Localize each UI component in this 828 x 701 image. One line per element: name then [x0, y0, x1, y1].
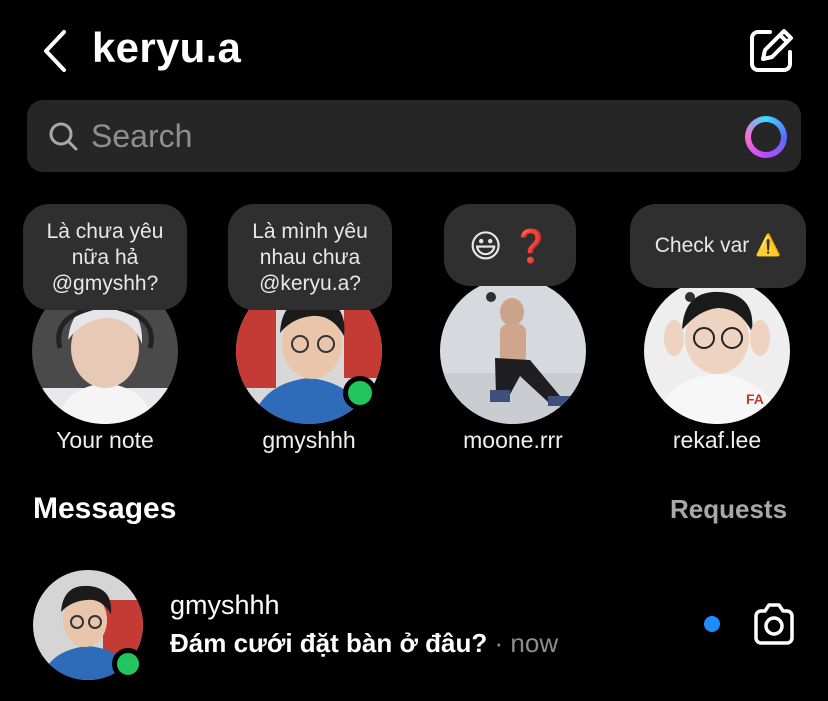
note-name: gmyshhh [262, 427, 356, 453]
online-status-dot [343, 376, 377, 410]
note-item-rekaf[interactable]: FA Check var ⚠️ rekaf.lee [627, 200, 807, 460]
note-text-line: Là mình yêu [252, 220, 368, 243]
note-text-line: @keryu.a? [259, 272, 361, 295]
unread-dot [704, 616, 720, 632]
note-bubble[interactable]: Check var ⚠️ [630, 204, 806, 288]
note-text-line: Là chưa yêu [46, 220, 164, 243]
note-name: rekaf.lee [672, 427, 762, 453]
avatar: FA [644, 278, 790, 424]
note-text-line: nhau chưa [259, 246, 361, 269]
header: keryu.a [0, 0, 828, 100]
online-status-dot [112, 648, 144, 680]
note-bubble-tail [685, 292, 695, 302]
note-text-line: nữa hả [71, 246, 139, 269]
note-bubble[interactable]: 😃 ❓ [444, 204, 576, 286]
note-bubble[interactable]: Là chưa yêu nữa hả @gmyshh? [23, 204, 187, 310]
note-item-gmyshhh[interactable]: Là mình yêu nhau chưa @keryu.a? gmyshhh [219, 200, 399, 460]
back-arrow-icon[interactable] [36, 26, 76, 76]
thread-row[interactable]: gmyshhh Đám cưới đặt bàn ở đâu? · now [0, 560, 828, 701]
thread-time: · now [494, 628, 559, 658]
search-bar[interactable] [27, 100, 801, 172]
notes-row: Là chưa yêu nữa hả @gmyshh? Your note Là… [0, 200, 828, 470]
avatar [440, 278, 586, 424]
svg-text:FA: FA [746, 391, 764, 407]
thread-message-text: Đám cưới đặt bàn ở đâu? [170, 628, 488, 658]
thread-name: gmyshhh [170, 590, 280, 620]
note-name: moone.rrr [463, 427, 563, 453]
note-bubble-tail [486, 292, 496, 302]
search-icon [49, 122, 78, 151]
note-bubble[interactable]: Là mình yêu nhau chưa @keryu.a? [228, 204, 392, 310]
note-text: Check var ⚠️ [654, 234, 782, 257]
page-title[interactable]: keryu.a [92, 24, 241, 72]
note-emoji-text: 😃 ❓ [468, 228, 552, 264]
camera-icon[interactable] [750, 600, 798, 648]
messages-heading: Messages [33, 492, 177, 525]
meta-ai-icon[interactable] [745, 116, 787, 158]
note-text-line: @gmyshh? [51, 272, 159, 295]
thread-last-message: Đám cưới đặt bàn ở đâu? · now [170, 628, 558, 659]
note-item-your-note[interactable]: Là chưa yêu nữa hả @gmyshh? Your note [15, 200, 195, 460]
compose-icon[interactable] [748, 26, 796, 74]
note-item-moone[interactable]: 😃 ❓ moone.rrr [423, 200, 603, 460]
search-input[interactable] [91, 100, 691, 172]
requests-link[interactable]: Requests [670, 494, 787, 525]
note-name: Your note [56, 427, 154, 453]
